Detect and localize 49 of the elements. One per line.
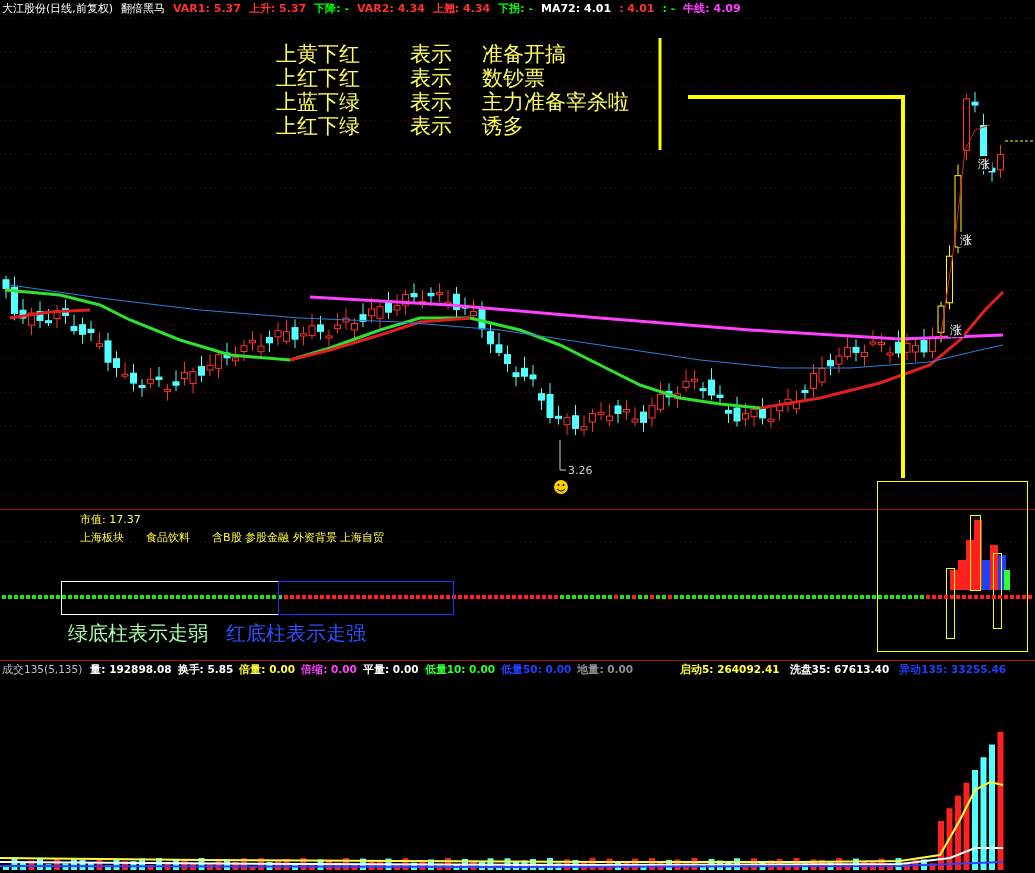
legend-verb-text: 表示 — [410, 90, 453, 114]
indicator-value: : 4.01 — [619, 0, 655, 17]
indicator-value: : - — [662, 0, 676, 17]
volume-title: 成交135(5,135) — [2, 662, 83, 677]
sector-tag: 食品饮料 — [146, 529, 190, 547]
indicator-value: 下拐: - — [498, 0, 533, 17]
volume-stat: 启动5: 264092.41 — [680, 662, 780, 677]
volume-stat: 低量10: 0.00 — [424, 662, 496, 677]
legend-meaning-text: 主力准备宰杀啦 — [482, 90, 630, 114]
volume-stat: 量: 192898.08 — [90, 662, 172, 677]
volume-stat: 换手: 5.85 — [177, 662, 234, 677]
volume-stat: 洗盘35: 67613.40 — [789, 662, 890, 677]
rise-mark: 涨 — [978, 157, 990, 171]
volume-stat: 倍量: 0.00 — [239, 662, 296, 677]
leader-line — [559, 439, 567, 471]
indicator-value: 下降: - — [314, 0, 350, 17]
volume-stat: 平量: 0.00 — [362, 662, 419, 677]
indicator-value: VAR1: 5.37 — [173, 0, 241, 17]
price-level-line — [1004, 140, 1035, 142]
legend-bars-text: 上黄下红 — [276, 42, 361, 66]
sector-tag: 上海板块 — [80, 529, 124, 547]
volume-stat: 倍缩: 0.00 — [301, 662, 357, 677]
indicator-value: MA72: 4.01 — [541, 0, 612, 17]
volume-stat: 地量: 0.00 — [577, 662, 634, 677]
hint-text: 绿底柱表示走弱 — [68, 620, 208, 647]
indicator-value: 牛线: 4.09 — [683, 0, 741, 17]
legend-verb-text: 表示 — [410, 114, 453, 138]
legend-bars-text: 上红下红 — [276, 66, 361, 90]
volume-stat: 异动135: 33255.46 — [899, 662, 1007, 677]
legend-bars-text: 上红下绿 — [276, 114, 361, 138]
legend-meaning-text: 准备开搞 — [482, 42, 567, 66]
legend-meaning-text: 诱多 — [482, 114, 525, 138]
market-value-text: 市值: 17.37 — [80, 512, 142, 528]
indicator-name: 翻倍黑马 — [121, 0, 166, 17]
legend-verb-text: 表示 — [410, 42, 453, 66]
legend-meaning-text: 数钞票 — [482, 66, 546, 90]
smiley-icon — [554, 480, 568, 494]
stock-title: 大江股份(日线,前复权) — [1, 0, 114, 17]
sector-tag: 含B股 参股金融 外资背景 上海自贸 — [212, 529, 385, 547]
rise-mark: 涨 — [950, 323, 962, 337]
rise-mark: 涨 — [960, 233, 972, 247]
legend-verb-text: 表示 — [410, 66, 453, 90]
legend-bars-text: 上蓝下绿 — [276, 90, 361, 114]
hint-text: 红底柱表示走强 — [226, 620, 366, 647]
indicator-value: VAR2: 4.34 — [357, 0, 425, 17]
indicator-value: 上翘: 4.34 — [432, 0, 491, 17]
volume-stat: 低量50: 0.00 — [501, 662, 572, 677]
indicator-value: 上升: 5.37 — [248, 0, 307, 17]
low-price-label: 3.26 — [568, 464, 593, 477]
